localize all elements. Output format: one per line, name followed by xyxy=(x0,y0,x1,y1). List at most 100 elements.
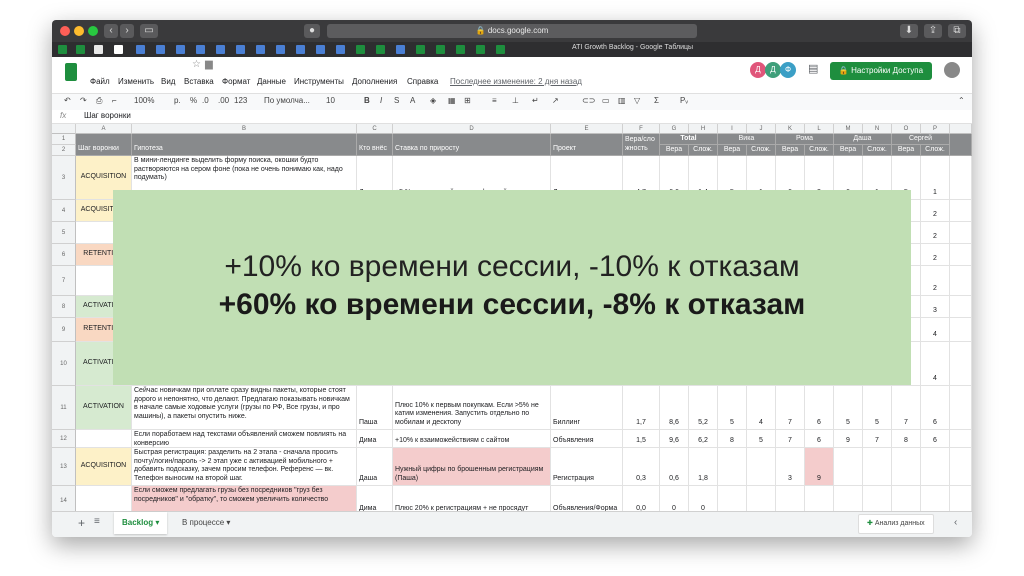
account-avatar[interactable] xyxy=(944,62,960,78)
folder-icon[interactable]: ▆ xyxy=(205,59,213,70)
cell-_[interactable] xyxy=(950,486,972,511)
cell-_[interactable] xyxy=(950,244,972,266)
bookmark-icon[interactable] xyxy=(476,45,485,54)
column-header[interactable]: E xyxy=(551,124,623,134)
comments-icon[interactable]: ▤ xyxy=(808,62,818,75)
cell-l[interactable]: 6 xyxy=(805,430,834,448)
cell-i[interactable] xyxy=(718,486,747,511)
bookmark-icon[interactable] xyxy=(58,45,67,54)
cell-who[interactable]: Паша xyxy=(357,386,393,430)
row-number[interactable]: 3 xyxy=(52,156,76,200)
cell-h[interactable]: 5,2 xyxy=(689,386,718,430)
paint-format-icon[interactable]: ⌐ xyxy=(112,96,117,105)
row-number[interactable]: 8 xyxy=(52,296,76,318)
cell-l[interactable] xyxy=(805,486,834,511)
cell-f[interactable]: 0,3 xyxy=(623,448,660,486)
header-vera-slozhnost[interactable]: Вера/сло жность xyxy=(623,134,660,156)
header-total[interactable]: Total xyxy=(660,134,718,145)
cell-h[interactable]: 0 xyxy=(689,486,718,511)
column-header[interactable]: A xyxy=(76,124,132,134)
cell-_[interactable] xyxy=(950,448,972,486)
bookmark-icon[interactable] xyxy=(296,45,305,54)
collapse-side-icon[interactable]: ‹ xyxy=(954,517,957,528)
column-header[interactable]: N xyxy=(863,124,892,134)
column-header[interactable]: G xyxy=(660,124,689,134)
cell-f[interactable]: 1,5 xyxy=(623,430,660,448)
cell-p[interactable]: 2 xyxy=(921,222,950,244)
chart-icon[interactable]: ▥ xyxy=(618,96,626,105)
bookmark-icon[interactable] xyxy=(496,45,505,54)
bookmark-icon[interactable] xyxy=(256,45,265,54)
cell-proj[interactable]: Объявления xyxy=(551,430,623,448)
cell-nn[interactable]: 7 xyxy=(863,430,892,448)
menu-view[interactable]: Вид xyxy=(161,77,175,86)
currency-format-button[interactable]: р. xyxy=(174,96,181,105)
filter-icon[interactable]: ▽ xyxy=(634,96,640,105)
column-header[interactable]: P xyxy=(921,124,950,134)
cell-hyp[interactable]: Быстрая регистрация: разделить на 2 этап… xyxy=(132,448,357,486)
avatar[interactable]: Ф xyxy=(780,62,796,78)
cell-p[interactable]: 1 xyxy=(921,156,950,200)
address-bar[interactable]: 🔒 docs.google.com xyxy=(327,24,697,38)
cell-bet[interactable]: Плюс 10% к первым покупкам. Если >5% не … xyxy=(393,386,551,430)
increase-decimal-button[interactable]: .00 xyxy=(218,96,229,105)
row-number[interactable]: 6 xyxy=(52,244,76,266)
cell-i[interactable]: 5 xyxy=(718,386,747,430)
sheet-tab-backlog[interactable]: Backlog ▾ xyxy=(114,512,168,534)
comment-icon[interactable]: ▭ xyxy=(602,96,610,105)
cell-_[interactable] xyxy=(950,342,972,386)
rotate-icon[interactable]: ↗ xyxy=(552,96,559,105)
cell-proj[interactable]: Регистрация xyxy=(551,448,623,486)
header-vera[interactable]: Вера xyxy=(718,145,747,156)
row-number[interactable]: 7 xyxy=(52,266,76,296)
bookmark-icon[interactable] xyxy=(276,45,285,54)
bookmark-icon[interactable] xyxy=(196,45,205,54)
last-edit-link[interactable]: Последнее изменение: 2 дня назад xyxy=(450,77,582,86)
menu-insert[interactable]: Вставка xyxy=(184,77,214,86)
cell-k[interactable]: 3 xyxy=(776,448,805,486)
cell-p[interactable]: 2 xyxy=(921,200,950,222)
bookmark-icon[interactable] xyxy=(94,45,103,54)
cell-k[interactable]: 7 xyxy=(776,386,805,430)
share-button[interactable]: 🔒 Настройки Доступа xyxy=(830,62,932,80)
menu-file[interactable]: Файл xyxy=(90,77,110,86)
menu-data[interactable]: Данные xyxy=(257,77,286,86)
cell-_[interactable] xyxy=(950,156,972,200)
column-header[interactable]: M xyxy=(834,124,863,134)
header-who[interactable]: Кто внёс xyxy=(357,134,393,156)
bookmark-icon[interactable] xyxy=(376,45,385,54)
cell-_[interactable] xyxy=(950,296,972,318)
bookmark-icon[interactable] xyxy=(416,45,425,54)
forward-button[interactable]: › xyxy=(120,24,134,38)
formula-input[interactable]: Шаг воронки xyxy=(84,111,131,120)
font-size-select[interactable]: 10 xyxy=(326,96,335,105)
star-icon[interactable]: ☆ xyxy=(192,59,201,70)
column-header[interactable]: B xyxy=(132,124,357,134)
header-slozh[interactable]: Слож. xyxy=(863,145,892,156)
column-header[interactable]: D xyxy=(393,124,551,134)
cell-f[interactable]: 0,0 xyxy=(623,486,660,511)
downloads-button[interactable]: ⬇ xyxy=(900,24,918,38)
percent-format-button[interactable]: % xyxy=(190,96,197,105)
header-sergey[interactable]: Сергей xyxy=(892,134,950,145)
sidebar-toggle-button[interactable]: ▭ xyxy=(140,24,158,38)
header-vera[interactable]: Вера xyxy=(834,145,863,156)
cell-g[interactable]: 8,6 xyxy=(660,386,689,430)
bookmark-icon[interactable] xyxy=(316,45,325,54)
cell-p[interactable]: 6 xyxy=(921,430,950,448)
bookmark-icon[interactable] xyxy=(176,45,185,54)
close-window-button[interactable] xyxy=(60,26,70,36)
cell-o[interactable]: 7 xyxy=(892,386,921,430)
menu-addons[interactable]: Дополнения xyxy=(352,77,397,86)
cell-p[interactable] xyxy=(921,486,950,511)
row-number[interactable]: 10 xyxy=(52,342,76,386)
cell-f[interactable]: 1,7 xyxy=(623,386,660,430)
cell-g[interactable]: 0,6 xyxy=(660,448,689,486)
cell-i[interactable]: 8 xyxy=(718,430,747,448)
add-sheet-icon[interactable]: + xyxy=(78,516,85,530)
borders-icon[interactable]: ▦ xyxy=(448,96,456,105)
header-hypothesis[interactable]: Гипотеза xyxy=(132,134,357,156)
row-number[interactable]: 11 xyxy=(52,386,76,430)
header-project[interactable]: Проект xyxy=(551,134,623,156)
row-number[interactable]: 9 xyxy=(52,318,76,342)
